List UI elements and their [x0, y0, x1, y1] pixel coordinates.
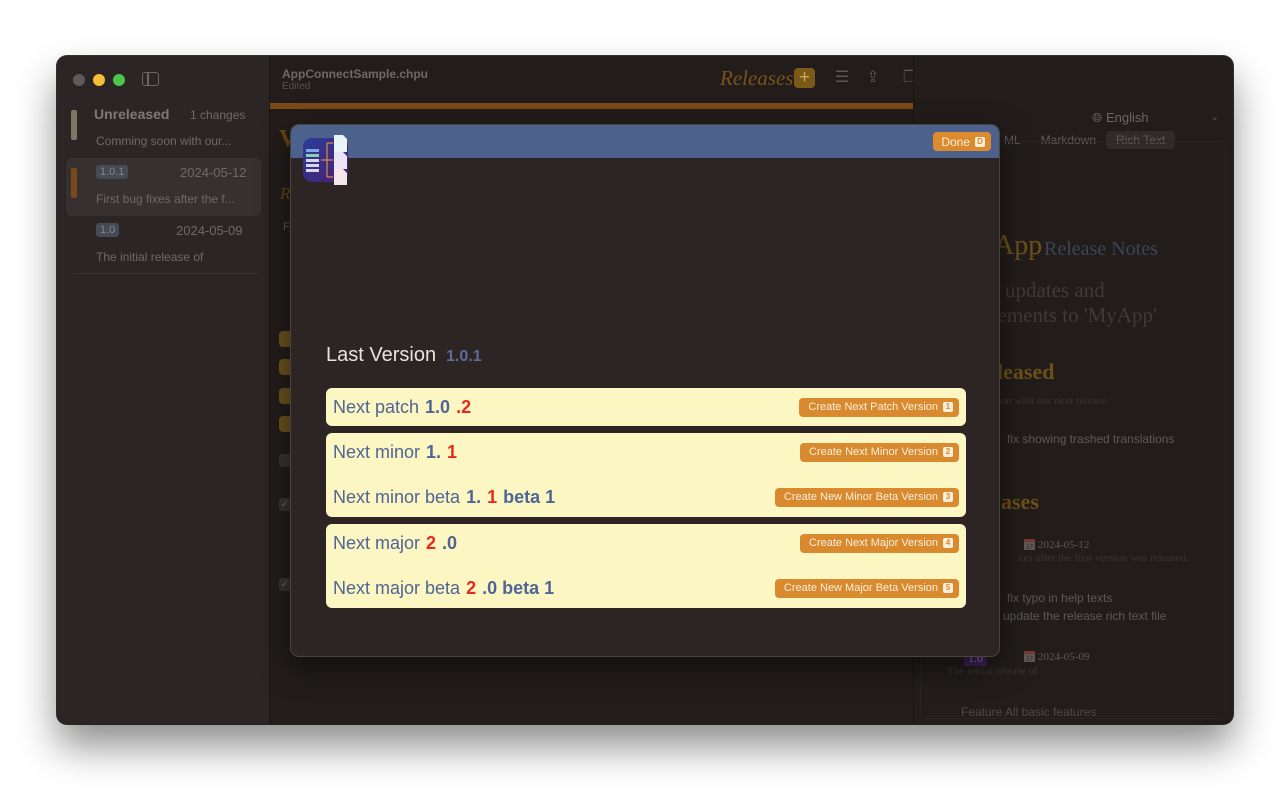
release-item-1-0[interactable]: 1.0 2024-05-09 The initial release of [66, 218, 261, 270]
close-window-button[interactable] [73, 74, 85, 86]
release-description: First bug fixes after the f... [96, 192, 235, 206]
globe-icon: 🌐︎ [1092, 110, 1107, 125]
section-heading: R [280, 184, 291, 203]
release-color-bar [71, 168, 77, 198]
last-version-label: Last Version [326, 344, 437, 366]
preview-releases-heading: ases [1001, 489, 1039, 514]
option-label: Next patch [333, 396, 420, 417]
sheet-header: Done D [291, 125, 999, 158]
option-row-major-beta: Next major beta 2 .0 beta 1 Create New M… [333, 576, 959, 600]
app-icon [303, 135, 348, 185]
done-label: Done [941, 134, 970, 149]
minor-option-card: Next minor 1. 1 Create Next Minor Versio… [326, 433, 966, 517]
keyboard-shortcut-badge: 3 [943, 492, 953, 502]
sidebar-toggle-icon[interactable] [142, 72, 159, 86]
release-date: 2024-05-09 [176, 223, 243, 238]
keyboard-shortcut-badge: 5 [943, 583, 953, 593]
calendar-icon: 17 [1024, 651, 1035, 663]
preview-release-date: 17 2024-05-12 [1024, 539, 1090, 551]
language-selector[interactable]: 🌐︎ English [1092, 110, 1149, 126]
sidebar-divider [73, 273, 258, 274]
preview-change-item: re update the release rich text file [989, 609, 1167, 623]
major-option-card: Next major 2 .0 Create Next Major Versio… [326, 524, 966, 608]
plus-icon[interactable]: + [794, 68, 815, 88]
preview-title: Release Notes [1044, 238, 1158, 260]
calendar-icon: 17 [1024, 539, 1035, 551]
preview-text: soon with our next release. [991, 395, 1110, 407]
done-button[interactable]: Done D [933, 132, 991, 151]
preview-release-date: 17 2024-05-09 [1024, 651, 1090, 663]
release-date: 2024-05-12 [180, 165, 247, 180]
create-new-major-beta-version-button[interactable]: Create New Major Beta Version 5 [774, 578, 959, 598]
release-item-unreleased[interactable]: Unreleased 1 changes Comming soon with o… [66, 100, 261, 156]
version-preview: 2 .0 beta 1 [466, 577, 555, 598]
option-row-major: Next major 2 .0 Create Next Major Versio… [333, 531, 959, 555]
app-window: Unreleased 1 changes Comming soon with o… [57, 56, 1233, 724]
create-next-minor-version-button[interactable]: Create Next Minor Version 2 [800, 442, 959, 462]
version-preview: 1. 1 beta 1 [466, 486, 556, 507]
preview-text: xes after the first version was released… [1018, 552, 1189, 564]
keyboard-shortcut-badge: 4 [943, 538, 953, 548]
minimize-window-button[interactable] [93, 74, 105, 86]
preview-unreleased-heading: leased [997, 359, 1055, 384]
option-row-minor: Next minor 1. 1 Create Next Minor Versio… [333, 440, 959, 464]
option-label: Next minor beta [333, 486, 461, 507]
keyboard-shortcut-badge: 2 [943, 447, 953, 457]
language-label: English [1106, 110, 1149, 125]
option-row-patch: Next patch 1.0 .2 Create Next Patch Vers… [333, 395, 959, 419]
option-label: Next major [333, 532, 421, 553]
document-status: Edited [282, 81, 311, 92]
option-label: Next major beta [333, 577, 461, 598]
create-next-patch-version-button[interactable]: Create Next Patch Version 1 [799, 397, 959, 417]
release-description: The initial release of [96, 250, 204, 264]
chevron-down-icon[interactable]: ⌄ [1210, 110, 1219, 123]
preview-app-name: App [994, 230, 1043, 261]
sidebar: Unreleased 1 changes Comming soon with o… [57, 56, 270, 724]
release-color-strip [270, 103, 913, 109]
release-description: Comming soon with our... [96, 134, 232, 148]
last-version: Last Version 1.0.1 [326, 344, 482, 367]
window-controls [73, 74, 125, 86]
share-icon[interactable]: ⇪ [863, 68, 883, 88]
version-preview: 2 .0 [426, 532, 458, 553]
list-icon[interactable]: ☰ [832, 68, 852, 88]
version-badge: 1.0.1 [96, 165, 129, 179]
option-row-minor-beta: Next minor beta 1. 1 beta 1 Create New M… [333, 485, 959, 509]
next-version-sheet: Done D Last Version 1.0.1 Next patch 1.0… [290, 124, 1000, 657]
preview-subtitle: updates and [1005, 278, 1105, 302]
create-new-minor-beta-version-button[interactable]: Create New Minor Beta Version 3 [774, 487, 959, 507]
document-title: AppConnectSample.chpu [282, 67, 429, 81]
keyboard-shortcut-badge: 1 [943, 402, 953, 412]
create-next-major-version-button[interactable]: Create Next Major Version 4 [800, 533, 959, 553]
preview-subtitle: vements to 'MyApp' [987, 303, 1157, 327]
preview-change-item: fix typo in help texts [1007, 591, 1113, 605]
preview-change-item: Feature All basic features [961, 705, 1097, 719]
release-item-1-0-1[interactable]: 1.0.1 2024-05-12 First bug fixes after t… [66, 158, 261, 216]
keyboard-shortcut-badge: D [975, 136, 985, 147]
release-title: Unreleased [94, 106, 170, 122]
release-color-bar [71, 110, 77, 140]
changes-count: 1 changes [190, 108, 246, 122]
version-badge: 1.0 [96, 223, 120, 237]
last-version-value: 1.0.1 [446, 348, 482, 365]
preview-text: The initial release of [947, 665, 1038, 677]
version-preview: 1.0 .2 [425, 396, 472, 417]
toolbar-title: Releases [720, 66, 794, 90]
field-label: F [283, 221, 290, 233]
zoom-window-button[interactable] [113, 74, 125, 86]
option-label: Next minor [333, 441, 421, 462]
patch-option-card: Next patch 1.0 .2 Create Next Patch Vers… [326, 388, 966, 426]
preview-change-item: fix showing trashed translations [1007, 432, 1175, 446]
version-preview: 1. 1 [426, 441, 458, 462]
